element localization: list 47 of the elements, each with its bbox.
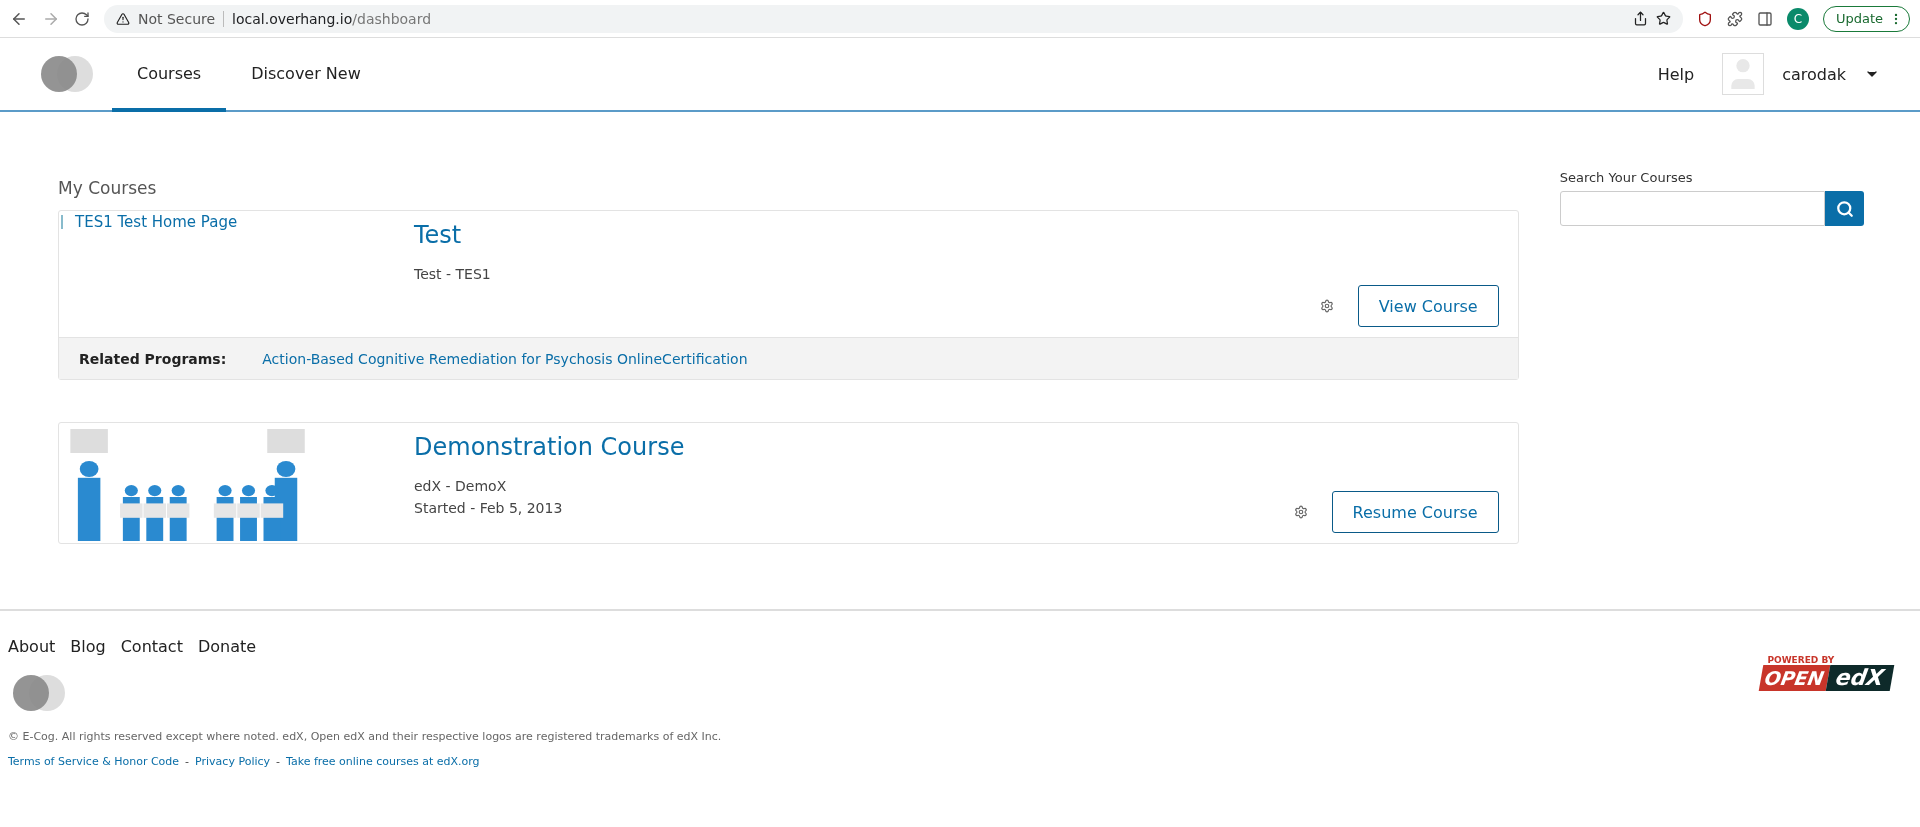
legal-link[interactable]: Terms of Service & Honor Code (8, 755, 180, 768)
related-label: Related Programs: (79, 350, 227, 367)
legal-link[interactable]: Take free online courses at edX.org (286, 755, 480, 768)
reload-icon[interactable] (74, 10, 90, 27)
course-action-button[interactable]: Resume Course (1331, 491, 1499, 533)
logo-icon (12, 674, 68, 712)
sidebar-icon[interactable] (1756, 10, 1773, 27)
puzzle-icon[interactable] (1726, 10, 1743, 27)
separator: - (276, 755, 281, 768)
user-menu[interactable]: carodak (1722, 53, 1880, 95)
course-detail: Test - TES1 (414, 265, 492, 284)
nav-tab[interactable]: Courses (112, 38, 227, 112)
program-link[interactable]: Action-Based Cognitive Remediation for Psychosis OnlineCertification (262, 350, 748, 367)
shield-icon[interactable] (1696, 10, 1713, 27)
course-detail: Started - Feb 5, 2013 (414, 499, 564, 518)
footer-link[interactable]: Contact (120, 637, 183, 656)
warning-icon (116, 11, 130, 26)
search-button[interactable] (1825, 191, 1864, 226)
nav-tab[interactable]: Discover New (226, 38, 386, 112)
footer-link[interactable]: About (8, 637, 56, 656)
settings-icon[interactable] (1319, 299, 1334, 313)
course-title[interactable]: Test (414, 221, 1320, 249)
course-action-button[interactable]: View Course (1357, 285, 1499, 327)
copyright-text: © E-Cog. All rights reserved except where noted. edX, Open edX and their respective logos are registered trademarks of edX Inc. (8, 730, 723, 743)
logo-icon[interactable] (40, 55, 96, 93)
update-button[interactable]: Update (1822, 5, 1910, 32)
footer-link[interactable]: Blog (70, 637, 106, 656)
settings-icon[interactable] (1293, 505, 1308, 519)
legal-link[interactable]: Privacy Policy (195, 755, 271, 768)
profile-avatar[interactable]: C (1786, 7, 1809, 30)
avatar-icon (1722, 53, 1765, 95)
separator: - (185, 755, 190, 768)
help-link[interactable]: Help (1657, 64, 1695, 84)
url-text: local.overhang.io/dashboard (232, 10, 432, 27)
security-label: Not Secure (138, 10, 225, 27)
course-detail: edX - DemoX (414, 477, 508, 496)
powered-by-badge[interactable]: POWERED BY OPEN edX (1761, 655, 1892, 821)
share-icon[interactable] (1632, 11, 1648, 26)
search-field[interactable] (1559, 191, 1825, 226)
search-icon (1835, 199, 1854, 218)
section-heading: My Courses (58, 178, 158, 198)
broken-image-link[interactable]: TES1 Test Home Page (61, 213, 412, 231)
course-title[interactable]: Demonstration Course (414, 433, 1294, 461)
star-icon[interactable] (1655, 11, 1671, 26)
address-bar[interactable]: Not Secure local.overhang.io/dashboard (104, 4, 1683, 33)
footer-link[interactable]: Donate (197, 637, 257, 656)
search-label: Search Your Courses (1559, 170, 1694, 185)
